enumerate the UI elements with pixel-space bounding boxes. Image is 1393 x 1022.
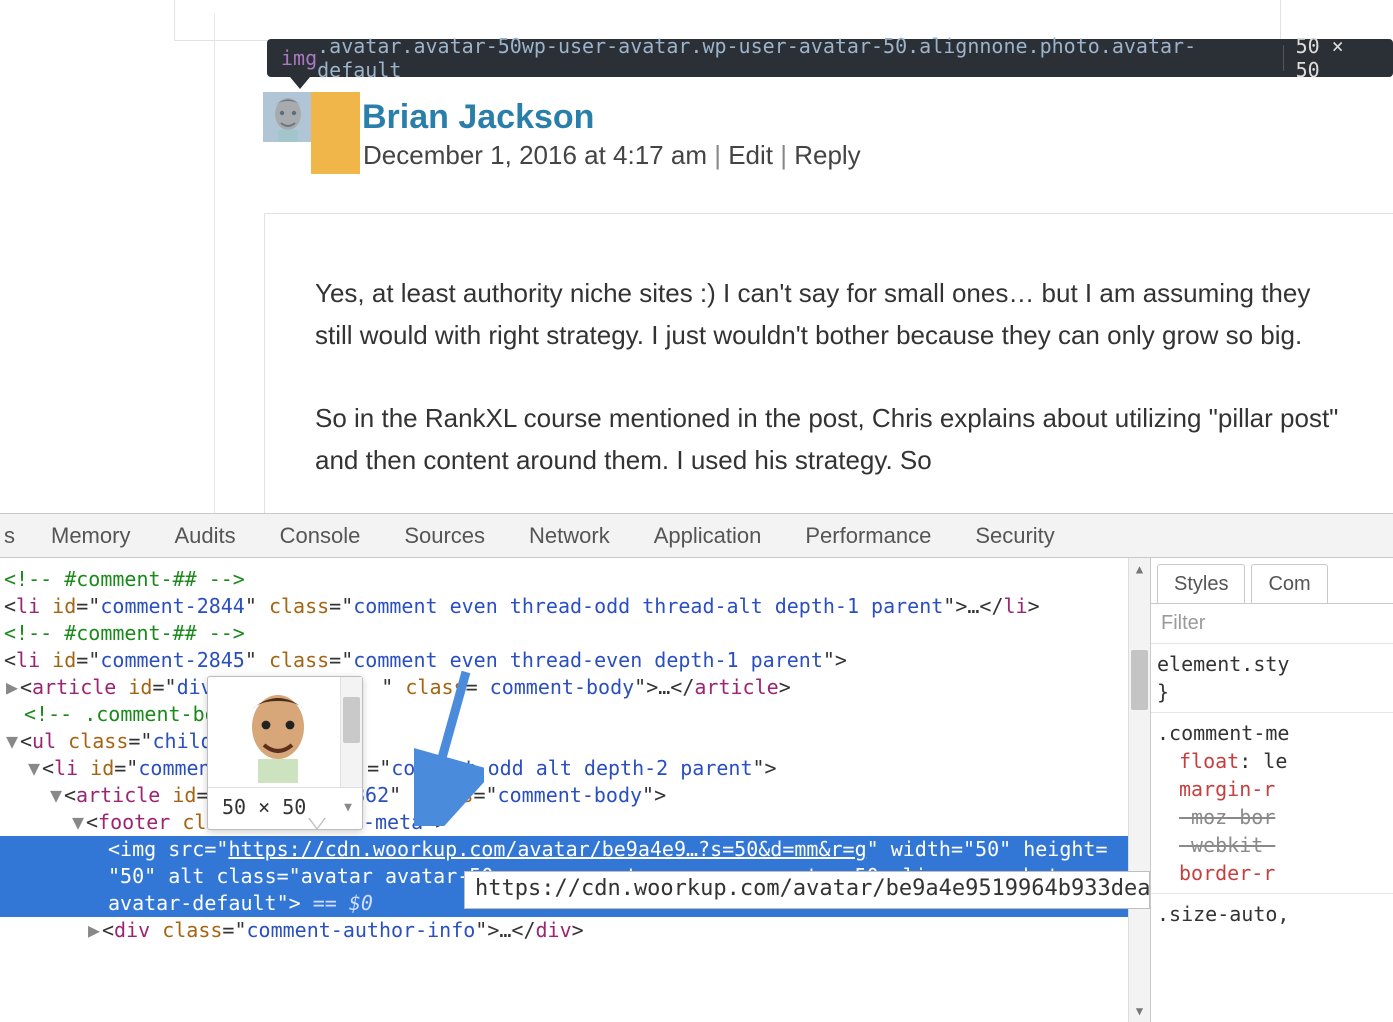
devtools-body: <!-- #comment-## --> <li id="comment-284…	[0, 558, 1393, 1022]
comment-meta: December 1, 2016 at 4:17 am | Edit | Rep…	[363, 140, 861, 171]
popover-tail-icon	[308, 818, 326, 830]
css-selector: .comment-me	[1157, 719, 1389, 747]
tooltip-divider	[1283, 45, 1284, 71]
inspector-margin-overlay	[311, 92, 360, 174]
dims-text: 50 × 50	[222, 794, 306, 821]
chevron-down-icon[interactable]: ▼	[344, 794, 352, 821]
dom-line[interactable]: ▼<li id="commenxxxxxxxxxxxxx="comment od…	[0, 755, 1150, 782]
devtools-tab-audits[interactable]: Audits	[152, 514, 257, 557]
comment-paragraph: So in the RankXL course mentioned in the…	[315, 397, 1343, 482]
tooltip-arrow-icon	[290, 77, 310, 89]
tooltip-dimensions: 50 × 50	[1296, 34, 1379, 82]
image-preview	[208, 677, 362, 787]
devtools-tab-memory[interactable]: Memory	[29, 514, 152, 557]
thread-indent-line	[214, 14, 215, 513]
image-preview-popover: 50 × 50 ▼	[207, 676, 363, 830]
devtools-tab-application[interactable]: Application	[632, 514, 784, 557]
devtools-tab[interactable]: s	[0, 514, 29, 557]
dom-line[interactable]: <!-- #comment-## -->	[0, 566, 1150, 593]
css-property[interactable]: -webkit-	[1179, 833, 1275, 857]
dom-tree-panel[interactable]: <!-- #comment-## --> <li id="comment-284…	[0, 558, 1150, 1022]
scroll-down-icon[interactable]: ▼	[1129, 1000, 1150, 1022]
styles-sidebar: Styles Com Filter element.sty } .comment…	[1150, 558, 1393, 1022]
meta-separator: |	[773, 140, 794, 170]
devtools-tab-console[interactable]: Console	[258, 514, 383, 557]
comment-avatar[interactable]	[263, 92, 313, 142]
page-content: img.avatar.avatar-50wp-user-avatar.wp-us…	[0, 0, 1393, 513]
popover-scrollbar[interactable]	[340, 677, 362, 787]
styles-tab-computed[interactable]: Com	[1251, 564, 1327, 603]
css-selector: .size-auto,	[1157, 900, 1389, 928]
comment-author-link[interactable]: Brian Jackson	[362, 98, 594, 137]
meta-separator: |	[707, 140, 728, 170]
dom-line[interactable]: ▼<ul class="child	[0, 728, 1150, 755]
scroll-thumb[interactable]	[343, 697, 360, 743]
css-rule-block[interactable]: element.sty }	[1151, 644, 1393, 712]
scroll-thumb[interactable]	[1131, 650, 1148, 710]
devtools-tab-performance[interactable]: Performance	[783, 514, 953, 557]
css-property[interactable]: margin-r	[1179, 777, 1275, 801]
css-property[interactable]: -moz-bor	[1179, 805, 1275, 829]
dom-line[interactable]: ▶<div class="comment-author-info">…</div…	[0, 917, 1150, 944]
styles-tab-strip: Styles Com	[1151, 558, 1393, 604]
dom-line[interactable]: <li id="comment-2845" class="comment eve…	[0, 647, 1150, 674]
dom-line[interactable]: ▶<article id="divxxxxxxxxxxxxxx" class=x…	[0, 674, 1150, 701]
element-inspector-tooltip: img.avatar.avatar-50wp-user-avatar.wp-us…	[267, 39, 1393, 77]
comment-date-link[interactable]: December 1, 2016 at 4:17 am	[363, 140, 707, 170]
comment-paragraph: Yes, at least authority niche sites :) I…	[315, 272, 1343, 357]
dom-line[interactable]: ▼<article id=xxxxxxxxxxx2862" xass="comm…	[0, 782, 1150, 809]
css-value[interactable]: : le	[1239, 749, 1287, 773]
inspector-highlight-overlay	[263, 92, 313, 142]
styles-tab-styles[interactable]: Styles	[1157, 564, 1245, 603]
url-hover-tooltip: https://cdn.woorkup.com/avatar/be9a4e951…	[464, 871, 1150, 909]
image-preview-dimensions: 50 × 50 ▼	[208, 787, 362, 829]
css-selector: element.sty	[1157, 650, 1389, 678]
tooltip-tag: img	[281, 46, 317, 70]
dom-line[interactable]: <!-- .comment-bo	[0, 701, 1150, 728]
dom-line-selected[interactable]: <img src="https://cdn.woorkup.com/avatar…	[0, 836, 1150, 863]
devtools-tab-sources[interactable]: Sources	[382, 514, 507, 557]
comment-edit-link[interactable]: Edit	[728, 140, 773, 170]
tooltip-classes: .avatar.avatar-50wp-user-avatar.wp-user-…	[317, 34, 1270, 82]
comment-body: Yes, at least authority niche sites :) I…	[264, 213, 1393, 513]
devtools-panel: s Memory Audits Console Sources Network …	[0, 513, 1393, 1022]
css-rule-block[interactable]: .size-auto,	[1151, 893, 1393, 934]
dom-scrollbar[interactable]: ▲ ▼	[1128, 558, 1150, 1022]
css-property[interactable]: border-r	[1179, 861, 1275, 885]
css-brace: }	[1157, 678, 1389, 706]
devtools-tab-security[interactable]: Security	[953, 514, 1076, 557]
css-rule-block[interactable]: .comment-me float: le margin-r -moz-bor …	[1151, 712, 1393, 893]
styles-filter-input[interactable]: Filter	[1151, 604, 1393, 644]
dom-line[interactable]: ▼<footer class=xxxxxxxit-meta">	[0, 809, 1150, 836]
devtools-tab-network[interactable]: Network	[507, 514, 632, 557]
avatar-preview-icon	[228, 683, 328, 783]
dom-line[interactable]: <!-- #comment-## -->	[0, 620, 1150, 647]
comment-reply-link[interactable]: Reply	[794, 140, 860, 170]
scroll-up-icon[interactable]: ▲	[1129, 558, 1150, 580]
dom-line[interactable]: <li id="comment-2844" class="comment eve…	[0, 593, 1150, 620]
css-property[interactable]: float	[1179, 749, 1239, 773]
devtools-tab-strip: s Memory Audits Console Sources Network …	[0, 514, 1393, 558]
